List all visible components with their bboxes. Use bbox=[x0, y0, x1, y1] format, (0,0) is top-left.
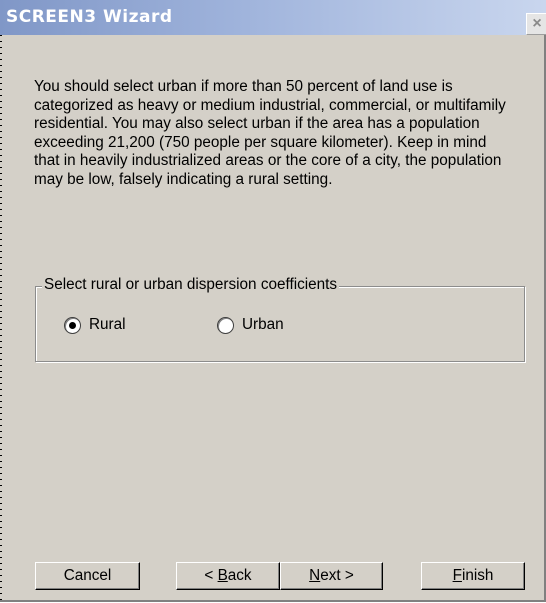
urban-radio[interactable]: Urban bbox=[217, 316, 284, 334]
dispersion-group-label: Select rural or urban dispersion coeffic… bbox=[42, 276, 340, 294]
back-button-prefix: < bbox=[204, 567, 218, 584]
back-button[interactable]: < Back bbox=[176, 562, 280, 590]
urban-radio-label: Urban bbox=[242, 316, 284, 333]
finish-button[interactable]: Finish bbox=[421, 562, 525, 590]
next-button-rest: ext > bbox=[320, 567, 354, 584]
rural-radio[interactable]: Rural bbox=[64, 316, 126, 334]
radio-selected-dot-icon bbox=[69, 321, 76, 329]
next-button[interactable]: Next > bbox=[280, 562, 383, 590]
title-bar[interactable]: SCREEN3 Wizard × bbox=[0, 0, 546, 35]
rural-radio-circle[interactable] bbox=[64, 316, 81, 334]
close-icon: × bbox=[532, 15, 542, 32]
left-edge-dots bbox=[0, 35, 2, 600]
urban-radio-circle[interactable] bbox=[217, 316, 234, 334]
window-title: SCREEN3 Wizard bbox=[6, 7, 173, 27]
back-button-mnemonic: B bbox=[217, 567, 228, 584]
back-button-rest: ack bbox=[227, 567, 252, 584]
finish-button-rest: inish bbox=[461, 567, 494, 584]
wizard-dialog: SCREEN3 Wizard × You should select urban… bbox=[0, 0, 546, 602]
urban-rural-description: You should select urban if more than 50 … bbox=[34, 78, 506, 188]
cancel-button[interactable]: Cancel bbox=[35, 562, 140, 590]
cancel-button-label: Cancel bbox=[63, 567, 112, 584]
close-button[interactable]: × bbox=[526, 13, 546, 35]
finish-button-mnemonic: F bbox=[452, 567, 462, 584]
rural-radio-label: Rural bbox=[89, 316, 126, 333]
next-button-mnemonic: N bbox=[309, 567, 321, 584]
